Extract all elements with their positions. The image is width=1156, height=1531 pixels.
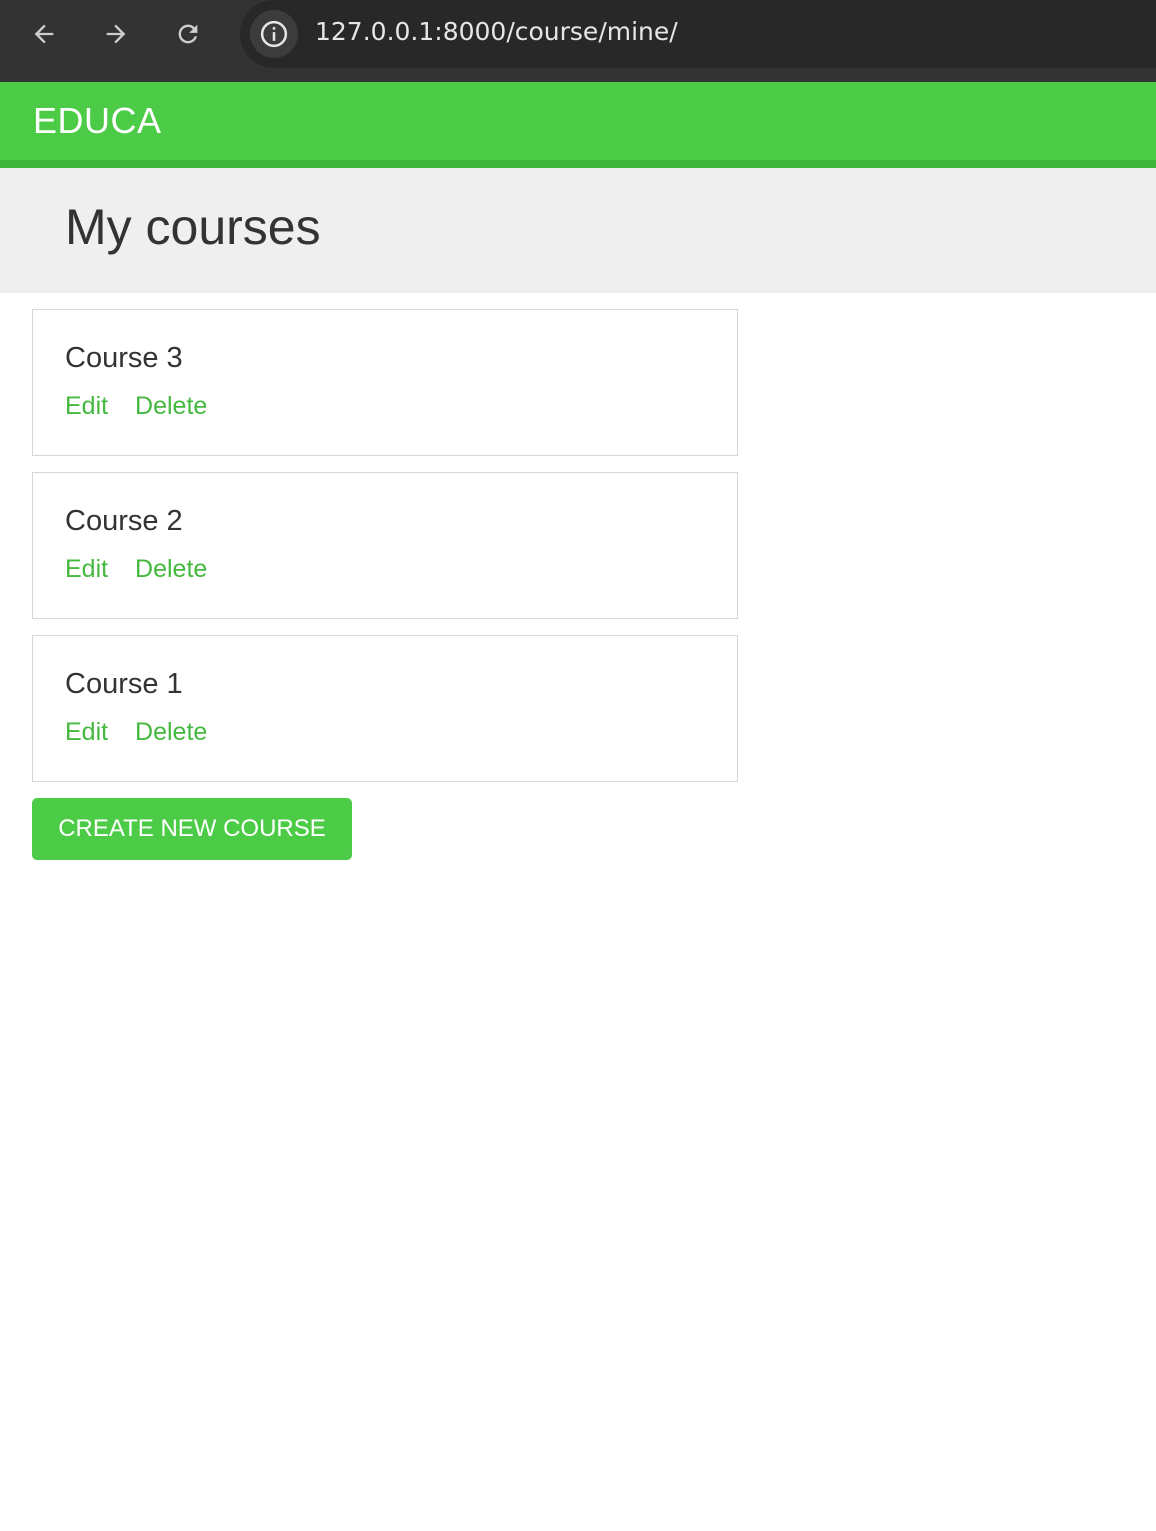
course-card: Course 1 Edit Delete [32, 635, 738, 782]
course-title: Course 2 [65, 505, 183, 537]
course-actions: Edit Delete [65, 555, 227, 584]
page-title: My courses [65, 199, 321, 255]
course-actions: Edit Delete [65, 392, 227, 421]
forward-button[interactable] [96, 14, 136, 54]
info-icon [260, 20, 288, 48]
delete-course-link[interactable]: Delete [135, 555, 207, 583]
course-title: Course 1 [65, 668, 183, 700]
site-info-button[interactable] [250, 10, 298, 58]
reload-icon [178, 24, 198, 44]
course-title: Course 3 [65, 342, 183, 374]
site-header: EDUCA [0, 82, 1156, 168]
edit-course-link[interactable]: Edit [65, 718, 108, 746]
address-bar[interactable]: 127.0.0.1:8000/course/mine/ [240, 0, 1156, 68]
course-list: Course 3 Edit Delete Course 2 Edit Delet… [32, 309, 738, 798]
logo[interactable]: EDUCA [33, 100, 162, 142]
course-actions: Edit Delete [65, 718, 227, 747]
browser-toolbar: 127.0.0.1:8000/course/mine/ [0, 0, 1156, 82]
course-card: Course 2 Edit Delete [32, 472, 738, 619]
edit-course-link[interactable]: Edit [65, 392, 108, 420]
edit-course-link[interactable]: Edit [65, 555, 108, 583]
arrow-right-icon [106, 24, 126, 44]
delete-course-link[interactable]: Delete [135, 718, 207, 746]
url-text[interactable]: 127.0.0.1:8000/course/mine/ [315, 17, 678, 46]
create-new-course-button[interactable]: CREATE NEW COURSE [32, 798, 352, 860]
page-title-band: My courses [0, 168, 1156, 293]
reload-button[interactable] [168, 14, 208, 54]
back-button[interactable] [24, 14, 64, 54]
delete-course-link[interactable]: Delete [135, 392, 207, 420]
course-card: Course 3 Edit Delete [32, 309, 738, 456]
arrow-left-icon [34, 24, 54, 44]
